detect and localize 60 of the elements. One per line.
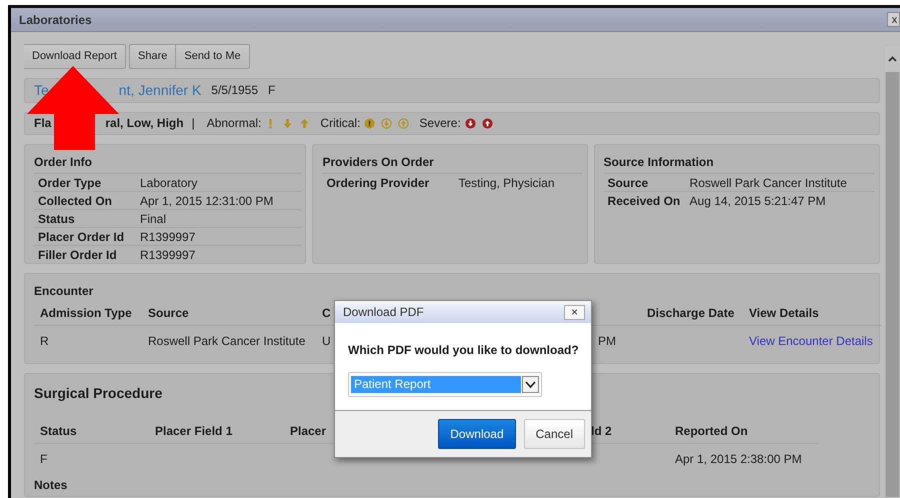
field-label: Source bbox=[606, 174, 650, 192]
column-header: ld 2 bbox=[591, 422, 612, 440]
scroll-up-icon[interactable] bbox=[888, 56, 897, 62]
panel-title: Encounter bbox=[33, 283, 94, 300]
birth-date: 5/5/1955 bbox=[211, 82, 258, 100]
field-label: Collected On bbox=[37, 192, 114, 210]
column-header: View Details bbox=[749, 304, 819, 322]
details-link[interactable]: View Encounter Details bbox=[749, 332, 873, 350]
toolbar-button[interactable]: Download Report bbox=[24, 44, 126, 68]
panel-title: Surgical Procedure bbox=[33, 384, 164, 403]
field-value: R1399997 bbox=[140, 228, 196, 246]
toolbar-button[interactable]: Send to Me bbox=[176, 44, 250, 68]
column-header: C bbox=[322, 304, 331, 322]
field-label: Ordering Provider bbox=[325, 174, 430, 192]
column-header: Discharge Date bbox=[647, 304, 734, 322]
panel-title: Providers On Order bbox=[321, 154, 435, 171]
legend-group-label: Severe: bbox=[419, 115, 461, 132]
dialog-question: Which PDF would you like to download? bbox=[347, 342, 580, 359]
legend-group-label: Abnormal: bbox=[206, 115, 262, 132]
field-value: Final bbox=[140, 210, 166, 228]
dialog-title: Download PDF bbox=[343, 304, 424, 321]
field-value: R1399997 bbox=[140, 246, 196, 264]
panel-title: Order Info bbox=[33, 154, 94, 171]
column-header: Placer Field 1 bbox=[155, 422, 232, 440]
cancel-button[interactable]: Cancel bbox=[524, 419, 585, 449]
column-header: Placer bbox=[290, 422, 326, 440]
legend-label: ral, Low, High bbox=[105, 115, 184, 132]
panel-title: Source Information bbox=[602, 154, 715, 171]
scrollbar[interactable] bbox=[885, 46, 900, 497]
field-label: Placer Order Id bbox=[37, 228, 126, 246]
field-label: Status bbox=[37, 210, 76, 228]
field-label: Order Type bbox=[37, 174, 102, 192]
legend-group-label: Critical: bbox=[320, 115, 360, 132]
field-value: Testing, Physician bbox=[458, 174, 555, 192]
table-cell-text: U bbox=[322, 333, 331, 350]
field-label: Received On bbox=[606, 192, 682, 210]
caret-icon[interactable] bbox=[522, 376, 539, 393]
field-label: Filler Order Id bbox=[37, 246, 118, 264]
field-value: Apr 1, 2015 12:31:00 PM bbox=[140, 192, 274, 210]
table-cell-text: PM bbox=[598, 333, 616, 350]
column-header: Admission Type bbox=[40, 304, 132, 322]
column-header: Status bbox=[40, 422, 77, 440]
field-value: Aug 14, 2015 5:21:47 PM bbox=[690, 192, 826, 210]
toolbar-button[interactable]: Share bbox=[129, 44, 176, 68]
table-cell-text: Roswell Park Cancer Institute bbox=[148, 333, 306, 350]
patient-sex: F bbox=[268, 82, 276, 100]
table-cell-text: Apr 1, 2015 2:38:00 PM bbox=[675, 451, 802, 468]
table-cell-text: F bbox=[40, 451, 48, 468]
close-button[interactable]: × bbox=[564, 304, 585, 320]
field-value: Roswell Park Cancer Institute bbox=[690, 174, 847, 192]
close-button[interactable]: x bbox=[887, 12, 900, 27]
field-value: Laboratory bbox=[140, 174, 198, 192]
window-title: Laboratories bbox=[19, 12, 92, 28]
column-header: Source bbox=[148, 304, 189, 322]
separator: | bbox=[192, 115, 195, 132]
column-header: Reported On bbox=[675, 422, 748, 440]
table-cell-text: R bbox=[40, 333, 49, 350]
notes-heading: Notes bbox=[33, 477, 68, 494]
legend-label: Fla bbox=[34, 115, 52, 132]
download-button[interactable]: Download bbox=[438, 419, 516, 449]
